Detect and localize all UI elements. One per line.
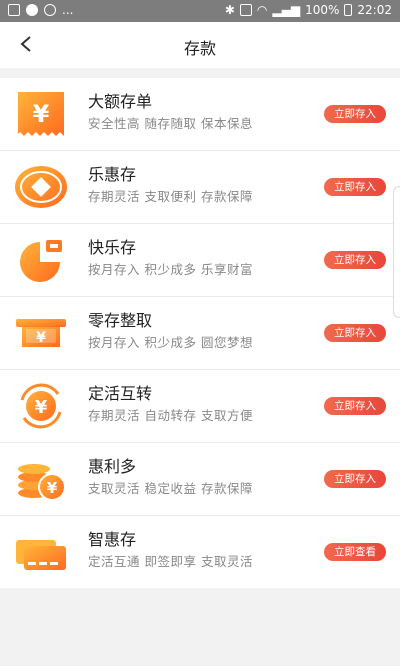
cards-icon <box>16 540 66 570</box>
list-item[interactable]: ¥ 大额存单 安全性高 随存随取 保本保息 立即存入 <box>0 78 400 151</box>
battery-percent: 100% <box>305 3 340 17</box>
list-item[interactable]: 快乐存 按月存入 积少成多 乐享财富 立即存入 <box>0 224 400 297</box>
item-desc: 安全性高 随存随取 保本保息 <box>88 116 253 131</box>
diamond-coin-icon <box>15 166 67 208</box>
svg-text:¥: ¥ <box>36 330 46 346</box>
list-item[interactable]: ¥ 惠利多 支取灵活 稳定收益 存款保障 立即存入 <box>0 443 400 516</box>
item-name: 零存整取 <box>88 311 153 330</box>
deposit-now-button[interactable]: 立即存入 <box>324 251 386 269</box>
ticket-yuan-icon: ¥ <box>18 92 64 136</box>
item-desc: 定活互通 即签即享 支取灵活 <box>88 554 253 569</box>
list-item[interactable]: ¥ 定活互转 存期灵活 自动转存 支取方便 立即存入 <box>0 370 400 443</box>
deposit-now-button[interactable]: 立即存入 <box>324 178 386 196</box>
item-desc: 支取灵活 稳定收益 存款保障 <box>88 481 253 496</box>
sync-icon <box>44 4 56 16</box>
deposit-product-list: ¥ 大额存单 安全性高 随存随取 保本保息 立即存入 乐惠存 存期灵活 支取便利… <box>0 78 400 588</box>
deposit-now-button[interactable]: 立即存入 <box>324 397 386 415</box>
atm-slot-icon: ¥ <box>16 319 66 347</box>
status-bar: ... ✱ ◠ ▂▄▆ 100% 22:02 <box>0 0 400 22</box>
page-title: 存款 <box>183 39 216 58</box>
exchange-coin-icon: ¥ <box>20 383 62 429</box>
list-item[interactable]: 智惠存 定活互通 即签即享 支取灵活 立即查看 <box>0 516 400 588</box>
item-name: 定活互转 <box>88 384 153 403</box>
deposit-now-button[interactable]: 立即存入 <box>324 470 386 488</box>
list-item[interactable]: ¥ 零存整取 按月存入 积少成多 圆您梦想 立即存入 <box>0 297 400 370</box>
nfc-icon <box>239 4 252 16</box>
image-icon <box>8 4 20 16</box>
svg-text:¥: ¥ <box>47 479 58 497</box>
piggy-bank-icon <box>20 240 62 282</box>
item-desc: 按月存入 积少成多 乐享财富 <box>88 262 253 277</box>
clock: 22:02 <box>357 3 392 17</box>
item-name: 乐惠存 <box>88 165 137 184</box>
status-ellipsis: ... <box>62 3 74 17</box>
signal-icon: ▂▄▆ <box>272 3 301 17</box>
item-name: 智惠存 <box>88 530 137 549</box>
battery-icon <box>344 4 353 16</box>
svg-text:¥: ¥ <box>35 397 48 418</box>
scroll-indicator[interactable] <box>393 186 400 318</box>
wifi-icon: ◠ <box>256 3 268 17</box>
list-item[interactable]: 乐惠存 存期灵活 支取便利 存款保障 立即存入 <box>0 151 400 224</box>
item-name: 大额存单 <box>88 92 153 111</box>
item-name: 快乐存 <box>88 238 137 257</box>
item-name: 惠利多 <box>88 457 137 476</box>
view-now-button[interactable]: 立即查看 <box>324 543 386 561</box>
item-desc: 存期灵活 自动转存 支取方便 <box>88 408 253 423</box>
deposit-now-button[interactable]: 立即存入 <box>324 324 386 342</box>
coin-stack-icon: ¥ <box>18 464 66 501</box>
deposit-now-button[interactable]: 立即存入 <box>324 105 386 123</box>
item-desc: 按月存入 积少成多 圆您梦想 <box>88 335 253 350</box>
svg-text:¥: ¥ <box>33 100 50 128</box>
item-desc: 存期灵活 支取便利 存款保障 <box>88 189 253 204</box>
app-icon <box>26 4 38 16</box>
header-bar: 存款 <box>0 22 400 68</box>
bluetooth-icon: ✱ <box>224 3 235 17</box>
